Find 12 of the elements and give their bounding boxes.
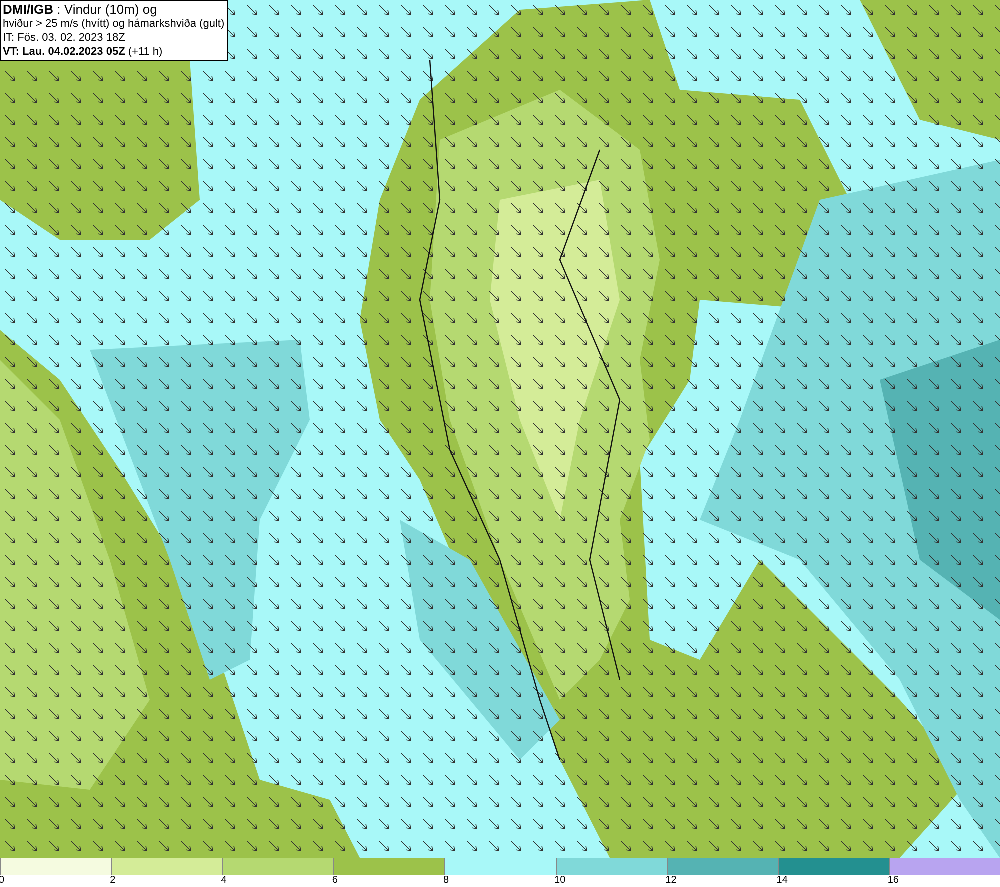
legend-label: 2 [110, 875, 116, 887]
legend-label: 16 [888, 875, 899, 887]
legend-label: 8 [443, 875, 449, 887]
legend-label: 10 [554, 875, 566, 887]
header-line: VT: Lau. 04.02.2023 05Z (+11 h) [3, 45, 164, 59]
legend-label: 6 [332, 875, 338, 887]
legend-label: 4 [221, 875, 227, 887]
header-line: hviður > 25 m/s (hvítt) og hámarkshviða (gult) [3, 17, 225, 31]
legend-label: 14 [776, 875, 788, 887]
header-line: DMI/IGB : Vindur (10m) og [3, 2, 158, 17]
legend-label: 12 [666, 875, 677, 887]
header-line: IT: Fös. 03. 02. 2023 18Z [3, 31, 126, 45]
